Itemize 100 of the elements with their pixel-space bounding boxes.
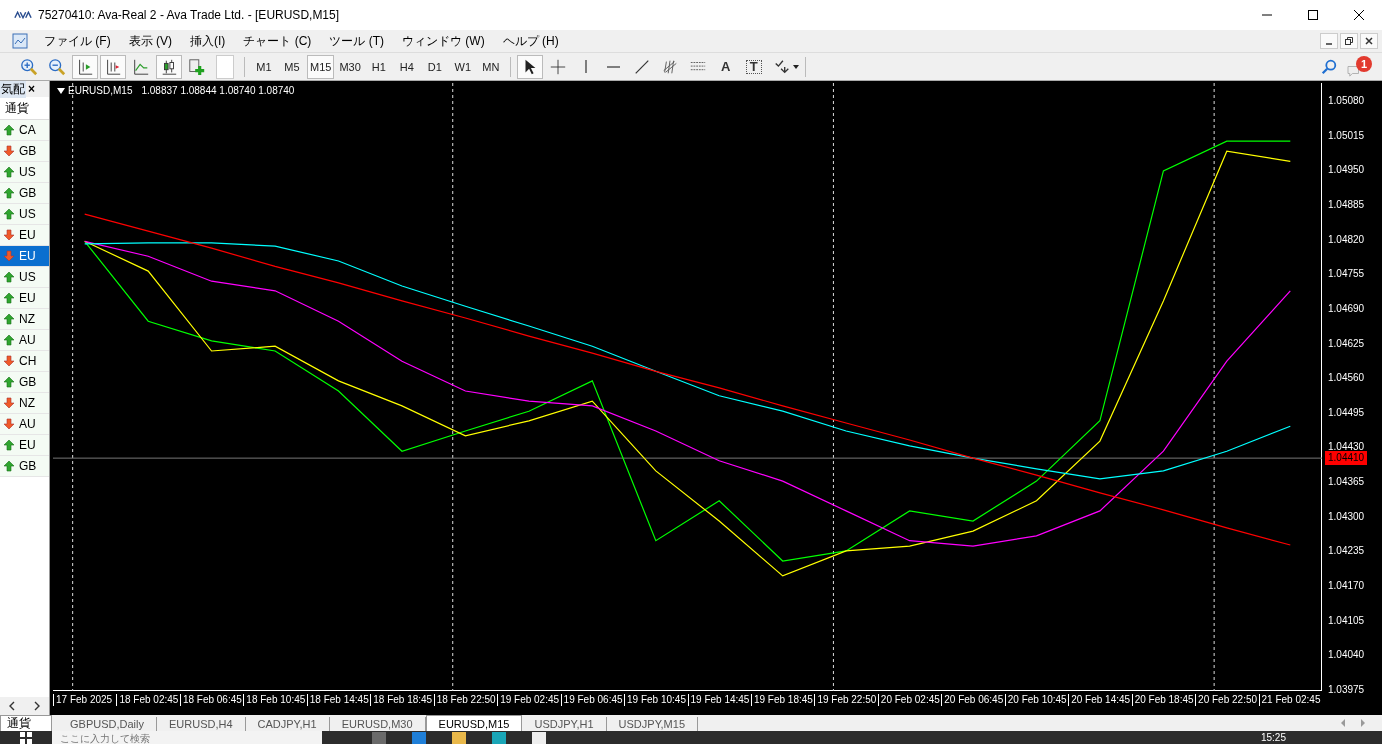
text-tool-button[interactable]: A xyxy=(712,54,739,79)
up-arrow-icon xyxy=(3,292,15,304)
windows-logo-icon[interactable] xyxy=(20,732,32,744)
search-icon[interactable] xyxy=(1320,57,1338,76)
chart-shift-button[interactable] xyxy=(100,54,126,79)
candlestick-icon xyxy=(160,57,178,76)
symbol-row[interactable]: US xyxy=(0,267,49,288)
app-logo-icon xyxy=(14,11,32,19)
symbol-name: US xyxy=(19,270,36,284)
time-label: 18 Feb 22:50 xyxy=(433,694,496,706)
symbol-row[interactable]: NZ xyxy=(0,309,49,330)
price-label: 1.04300 xyxy=(1328,509,1365,524)
symbol-row[interactable]: EU xyxy=(0,246,49,267)
chart-tab[interactable]: EURUSD,M15 xyxy=(425,715,523,731)
time-label: 20 Feb 14:45 xyxy=(1068,694,1131,706)
price-label: 1.04690 xyxy=(1328,301,1365,316)
down-arrow-icon xyxy=(3,250,15,262)
close-button[interactable] xyxy=(1360,33,1378,49)
zoom-out-icon xyxy=(48,57,66,76)
symbol-name: GB xyxy=(19,186,37,200)
menu-item[interactable]: 挿入(I) xyxy=(182,31,234,51)
autoscroll-icon xyxy=(76,57,94,76)
toolbar-field[interactable] xyxy=(216,54,234,79)
time-label: 20 Feb 10:45 xyxy=(1004,694,1067,706)
time-label: 21 Feb 02:45 xyxy=(1258,694,1321,706)
restore-button[interactable] xyxy=(1340,33,1358,49)
caret-icon[interactable] xyxy=(792,64,799,69)
market-watch-tab[interactable]: 通貨 xyxy=(0,715,52,731)
restore-icon xyxy=(1345,37,1353,45)
symbol-row[interactable]: GB xyxy=(0,456,49,477)
notifications-button[interactable]: 1 xyxy=(1346,54,1372,79)
cursor-tool-button[interactable] xyxy=(516,54,543,79)
timeframe-button[interactable]: M15 xyxy=(307,54,335,79)
bid-price-label: 1.04410 xyxy=(1325,451,1368,466)
price-label: 1.05080 xyxy=(1328,94,1365,109)
menu-item[interactable]: ウィンドウ (W) xyxy=(394,31,493,51)
price-label: 1.04755 xyxy=(1328,267,1365,282)
symbol-row[interactable]: EU xyxy=(0,288,49,309)
autoscroll-button[interactable] xyxy=(72,54,98,79)
symbol-name: EU xyxy=(19,249,36,263)
symbol-row[interactable]: AU xyxy=(0,330,49,351)
time-label: 20 Feb 02:45 xyxy=(877,694,940,706)
time-label: 19 Feb 18:45 xyxy=(750,694,813,706)
symbol-row[interactable]: GB xyxy=(0,141,49,162)
down-arrow-icon xyxy=(3,145,15,157)
price-label: 1.04495 xyxy=(1328,405,1365,420)
price-label: 1.04170 xyxy=(1328,579,1365,593)
price-label: 1.04820 xyxy=(1328,232,1365,247)
candlestick-button[interactable] xyxy=(156,54,182,79)
price-label: 1.04430 xyxy=(1328,440,1365,453)
chart-window-icon[interactable] xyxy=(12,33,28,49)
menu-item[interactable]: ファイル (F) xyxy=(36,31,119,51)
minimize-button[interactable] xyxy=(1320,33,1338,49)
symbol-row[interactable]: US xyxy=(0,204,49,225)
symbol-row[interactable]: GB xyxy=(0,372,49,393)
symbol-name: CH xyxy=(19,354,37,368)
symbol-row[interactable]: GB xyxy=(0,183,49,204)
symbol-row[interactable]: CH xyxy=(0,351,49,372)
down-arrow-icon xyxy=(3,355,15,367)
price-label: 1.04235 xyxy=(1328,544,1365,559)
timeframe-button[interactable]: D1 xyxy=(421,54,448,79)
timeframe-button[interactable]: M30 xyxy=(336,54,364,79)
menu-item[interactable]: ツール (T) xyxy=(321,31,392,51)
time-label: 17 Feb 2025 xyxy=(53,694,113,706)
symbol-row[interactable]: EU xyxy=(0,435,49,456)
close-icon xyxy=(1354,10,1364,20)
symbol-row[interactable]: EU xyxy=(0,225,49,246)
up-arrow-icon xyxy=(3,460,15,472)
symbol-name: EU xyxy=(19,438,36,452)
symbol-name: GB xyxy=(19,144,37,158)
timeframe-button[interactable]: M1 xyxy=(251,54,277,79)
symbol-name: AU xyxy=(19,417,36,431)
close-button[interactable]: × xyxy=(26,82,37,96)
symbol-row[interactable]: NZ xyxy=(0,393,49,414)
timeframe-button[interactable]: H1 xyxy=(365,54,392,79)
window-title: 75270410: Ava-Real 2 - Ava Trade Ltd. - [EURUSD,M15] xyxy=(38,8,340,22)
close-icon xyxy=(1365,37,1373,45)
zoom-in-icon xyxy=(20,57,38,76)
price-label: 1.03975 xyxy=(1328,682,1365,697)
timeframe-button[interactable]: M5 xyxy=(279,54,305,79)
symbol-row[interactable]: US xyxy=(0,162,49,183)
menu-item[interactable]: チャート (C) xyxy=(235,31,320,51)
menu-item[interactable]: ヘルプ (H) xyxy=(494,31,567,51)
symbol-row[interactable]: AU xyxy=(0,414,49,435)
symbol-name: GB xyxy=(19,459,37,473)
timeframe-button[interactable]: MN xyxy=(477,54,504,79)
timeframe-button[interactable]: H4 xyxy=(393,54,420,79)
price-label: 1.04560 xyxy=(1328,371,1365,386)
dropdown-triangle-icon[interactable] xyxy=(57,87,65,94)
price-label: 1.04105 xyxy=(1328,613,1365,628)
symbol-row[interactable]: CA xyxy=(0,120,49,141)
time-label: 20 Feb 06:45 xyxy=(941,694,1004,706)
timeframe-button[interactable]: W1 xyxy=(449,54,476,79)
search-field[interactable]: ここに入力して検索 xyxy=(52,731,322,744)
time-label: 19 Feb 02:45 xyxy=(497,694,560,706)
symbol-name: AU xyxy=(19,333,36,347)
menu-item[interactable]: 表示 (V) xyxy=(120,31,180,51)
symbol-name: CA xyxy=(19,123,36,137)
text-label-tool-button[interactable]: T xyxy=(740,54,767,79)
symbol-name: US xyxy=(19,207,36,221)
